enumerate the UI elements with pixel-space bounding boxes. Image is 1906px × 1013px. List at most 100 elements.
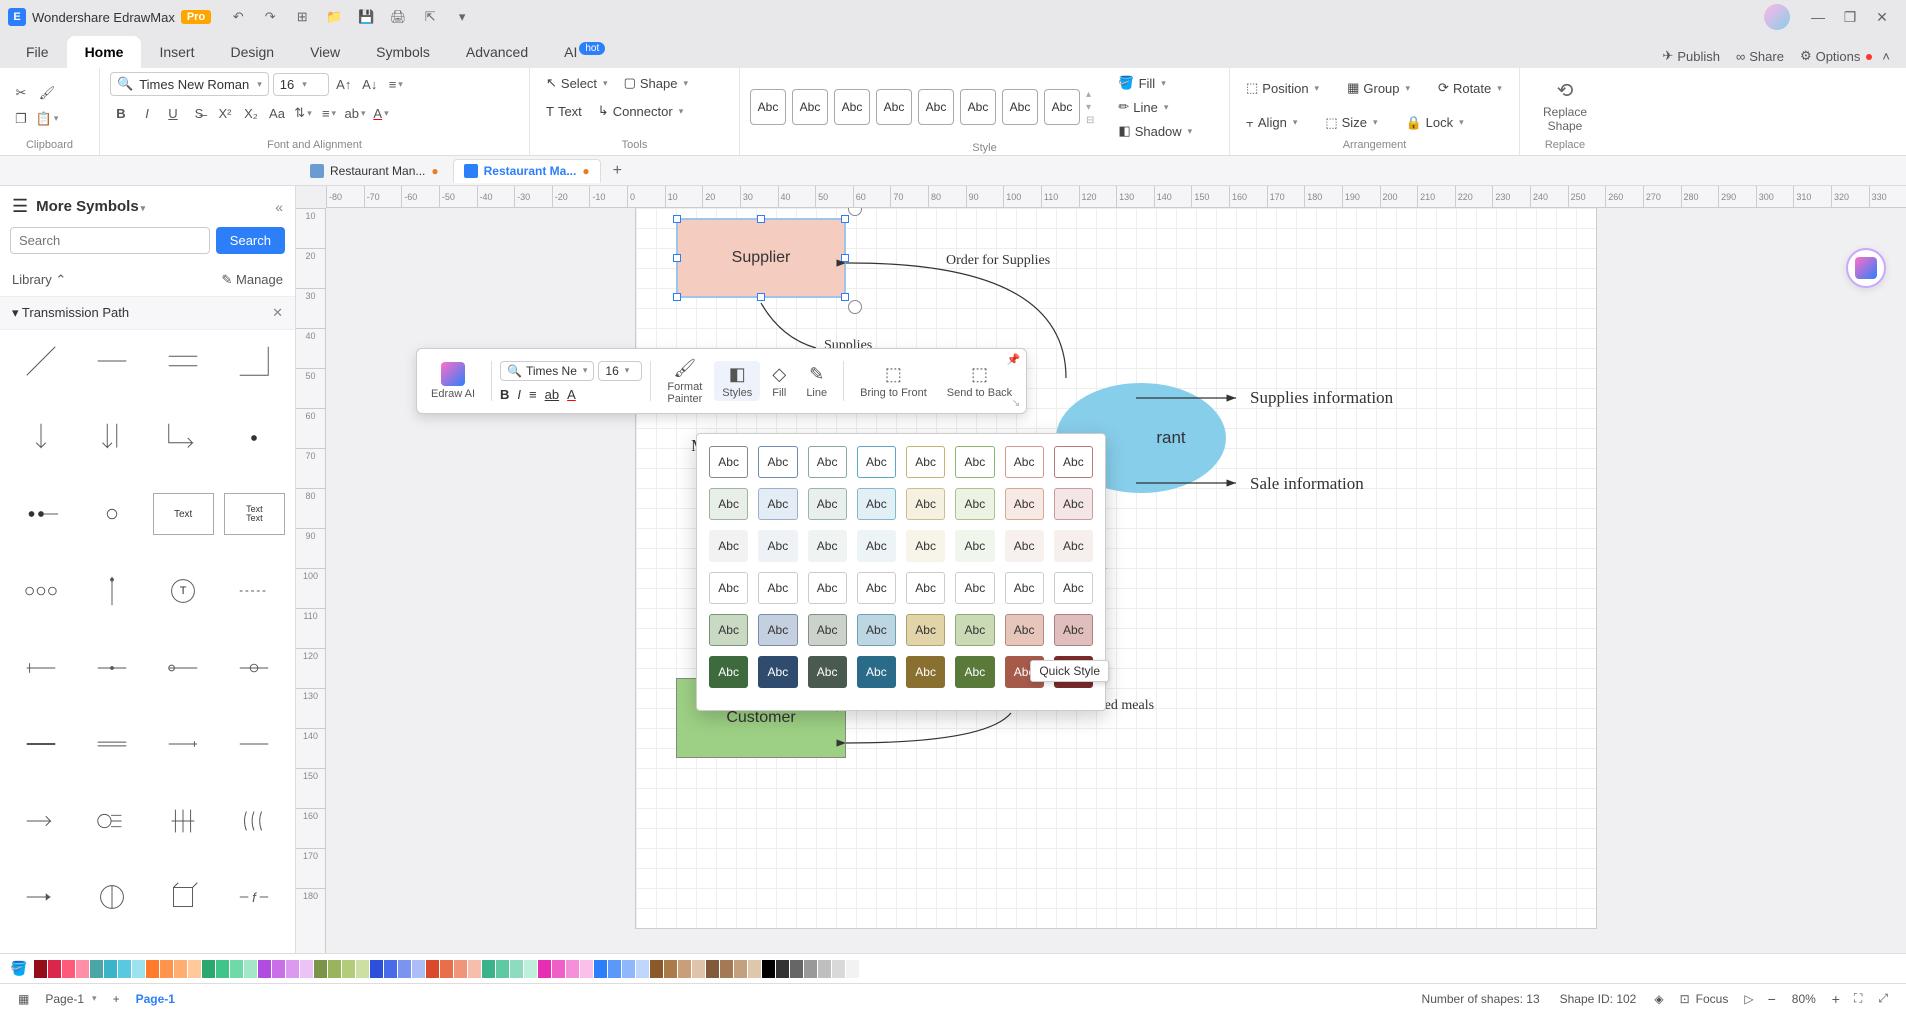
size-button[interactable]: ⬚Size▾ [1319, 112, 1383, 134]
style-option[interactable]: Abc [758, 530, 797, 562]
style-swatch[interactable]: Abc [876, 89, 912, 125]
color-swatch[interactable] [580, 960, 593, 978]
color-swatch[interactable] [202, 960, 215, 978]
decrease-font-icon[interactable]: A↓ [359, 73, 381, 95]
color-swatch[interactable] [90, 960, 103, 978]
style-option[interactable]: Abc [758, 488, 797, 520]
color-swatch[interactable] [510, 960, 523, 978]
style-option[interactable]: Abc [955, 614, 994, 646]
style-option[interactable]: Abc [955, 572, 994, 604]
redo-icon[interactable]: ↷ [261, 9, 279, 25]
shape-item[interactable] [10, 570, 71, 612]
page-tab-active[interactable]: Page-1 [128, 990, 183, 1008]
new-icon[interactable]: ⊞ [293, 9, 311, 25]
rotate-button[interactable]: ⟳Rotate▾ [1432, 77, 1508, 99]
style-option[interactable]: Abc [758, 656, 797, 688]
style-option[interactable]: Abc [857, 488, 896, 520]
shape-item[interactable] [153, 800, 214, 842]
italic-icon[interactable]: I [136, 102, 158, 124]
close-button[interactable]: ✕ [1866, 9, 1898, 26]
shape-item[interactable]: Text [153, 493, 214, 535]
shape-item[interactable]: f [224, 876, 285, 918]
color-swatch[interactable] [258, 960, 271, 978]
resize-handle[interactable] [757, 293, 765, 301]
shape-item[interactable] [10, 340, 71, 382]
style-option[interactable]: Abc [758, 446, 797, 478]
minimize-button[interactable]: — [1802, 9, 1834, 25]
replace-shape-button[interactable]: ⟲ Replace Shape [1539, 74, 1591, 138]
color-swatch[interactable] [230, 960, 243, 978]
bold-icon[interactable]: B [110, 102, 132, 124]
style-option[interactable]: Abc [709, 446, 748, 478]
color-swatch[interactable] [524, 960, 537, 978]
color-swatch[interactable] [272, 960, 285, 978]
text-direction-icon[interactable]: ab▾ [344, 102, 366, 124]
color-swatch[interactable] [468, 960, 481, 978]
color-swatch[interactable] [370, 960, 383, 978]
strikethrough-icon[interactable]: S̶ [188, 102, 210, 124]
style-option[interactable]: Abc [1054, 614, 1093, 646]
style-option[interactable]: Abc [906, 656, 945, 688]
doc-tab-2[interactable]: Restaurant Ma...● [453, 159, 601, 183]
float-font-select[interactable]: 🔍 Times Ne ▾ [500, 361, 594, 381]
style-option[interactable]: Abc [1054, 530, 1093, 562]
color-swatch[interactable] [594, 960, 607, 978]
font-size-select[interactable]: 16▾ [273, 73, 329, 96]
float-size-select[interactable]: 16 ▾ [598, 361, 642, 381]
color-swatch[interactable] [818, 960, 831, 978]
color-swatch[interactable] [762, 960, 775, 978]
style-option[interactable]: Abc [709, 530, 748, 562]
color-swatch[interactable] [328, 960, 341, 978]
float-fill[interactable]: ◇Fill [764, 361, 794, 401]
color-swatch[interactable] [384, 960, 397, 978]
style-option[interactable]: Abc [955, 656, 994, 688]
style-swatch[interactable]: Abc [750, 89, 786, 125]
color-swatch[interactable] [650, 960, 663, 978]
doc-tab-1[interactable]: Restaurant Man...● [300, 160, 449, 182]
style-option[interactable]: Abc [1005, 530, 1044, 562]
style-option[interactable]: Abc [955, 530, 994, 562]
color-swatch[interactable] [342, 960, 355, 978]
style-option[interactable]: Abc [857, 656, 896, 688]
paste-icon[interactable]: 📋▾ [36, 108, 58, 130]
cut-icon[interactable]: ✂ [10, 82, 32, 104]
color-swatch[interactable] [538, 960, 551, 978]
shape-item[interactable] [224, 417, 285, 459]
layers-icon[interactable]: ◈ [1646, 990, 1671, 1008]
float-line[interactable]: ✎Line [798, 361, 835, 401]
float-textdir-icon[interactable]: ab [545, 387, 559, 402]
search-button[interactable]: Search [216, 227, 285, 254]
underline-icon[interactable]: U [162, 102, 184, 124]
shape-item[interactable] [81, 570, 142, 612]
color-swatch[interactable] [132, 960, 145, 978]
color-swatch[interactable] [776, 960, 789, 978]
color-swatch[interactable] [244, 960, 257, 978]
float-styles[interactable]: ◧Styles [714, 361, 760, 401]
shape-item[interactable] [10, 876, 71, 918]
shape-item[interactable] [224, 723, 285, 765]
style-option[interactable]: Abc [808, 572, 847, 604]
pin-icon[interactable]: 📌 [1006, 353, 1020, 366]
color-swatch[interactable] [622, 960, 635, 978]
color-swatch[interactable] [286, 960, 299, 978]
presentation-icon[interactable]: ▷ [1736, 990, 1761, 1008]
style-option[interactable]: Abc [1054, 572, 1093, 604]
tab-symbols[interactable]: Symbols [358, 36, 448, 68]
gallery-down-icon[interactable]: ▾ [1086, 102, 1094, 113]
style-option[interactable]: Abc [955, 488, 994, 520]
font-family-select[interactable]: 🔍Times New Roman▾ [110, 72, 269, 96]
shape-item[interactable] [81, 723, 142, 765]
shape-item[interactable]: T [153, 570, 214, 612]
resize-handle[interactable] [757, 215, 765, 223]
rotate-handle[interactable] [848, 300, 862, 314]
gallery-more-icon[interactable]: ⊟ [1086, 115, 1094, 126]
align-button[interactable]: ⫟Align▾ [1240, 112, 1303, 134]
shape-item[interactable] [81, 493, 142, 535]
shape-item[interactable] [224, 800, 285, 842]
options-button[interactable]: ⚙Options [1792, 44, 1868, 68]
color-swatch[interactable] [300, 960, 313, 978]
user-avatar[interactable] [1764, 4, 1790, 30]
shape-item[interactable] [10, 493, 71, 535]
color-swatch[interactable] [398, 960, 411, 978]
style-option[interactable]: Abc [955, 446, 994, 478]
